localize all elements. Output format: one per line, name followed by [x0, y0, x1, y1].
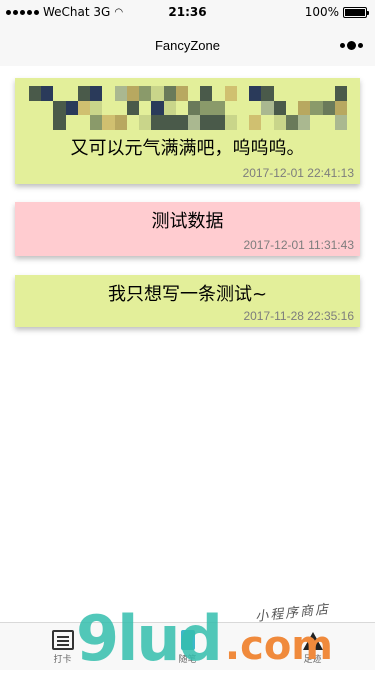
status-bar: WeChat 3G ◠ 21:36 100% — [0, 0, 375, 24]
status-left: WeChat 3G ◠ — [6, 5, 123, 19]
note-text: 测试数据 — [151, 211, 224, 232]
nav-bar: FancyZone — [0, 24, 375, 66]
note-timestamp: 2017-12-01 11:31:43 — [243, 238, 354, 252]
tab-notes[interactable]: 随笔 — [125, 623, 250, 670]
note-card[interactable]: 我只想写一条测试~ 2017-11-28 22:35:16 — [15, 275, 360, 327]
tab-checkin[interactable]: 打卡 — [0, 623, 125, 670]
pixelated-text-mosaic — [29, 86, 347, 130]
status-right: 100% — [304, 5, 369, 19]
carrier-label: WeChat 3G — [43, 5, 111, 19]
wifi-icon: ◠ — [114, 6, 124, 18]
page-title: FancyZone — [154, 37, 221, 53]
tab-label: 随笔 — [178, 655, 197, 665]
checklist-icon — [51, 630, 74, 650]
note-card[interactable]: 又可以元气满满吧，呜呜呜。 2017-12-01 22:41:13 — [15, 78, 360, 184]
battery-icon — [343, 6, 369, 18]
tree-icon — [302, 632, 323, 650]
note-timestamp: 2017-12-01 22:41:13 — [242, 166, 354, 180]
more-options-icon[interactable] — [340, 38, 363, 52]
battery-percent: 100% — [304, 5, 339, 19]
note-text: 我只想写一条测试~ — [107, 284, 268, 305]
tab-label: 打卡 — [53, 655, 72, 665]
tab-label: 足迹 — [303, 655, 322, 665]
tab-footprints[interactable]: 足迹 — [250, 623, 375, 670]
note-icon — [180, 630, 195, 650]
signal-strength-icon — [6, 9, 39, 15]
note-timestamp: 2017-11-28 22:35:16 — [243, 309, 354, 323]
note-card[interactable]: 测试数据 2017-12-01 11:31:43 — [15, 202, 360, 256]
tab-bar: 打卡 随笔 足迹 — [0, 622, 375, 670]
card-list: 又可以元气满满吧，呜呜呜。 2017-12-01 22:41:13 测试数据 2… — [0, 66, 375, 622]
